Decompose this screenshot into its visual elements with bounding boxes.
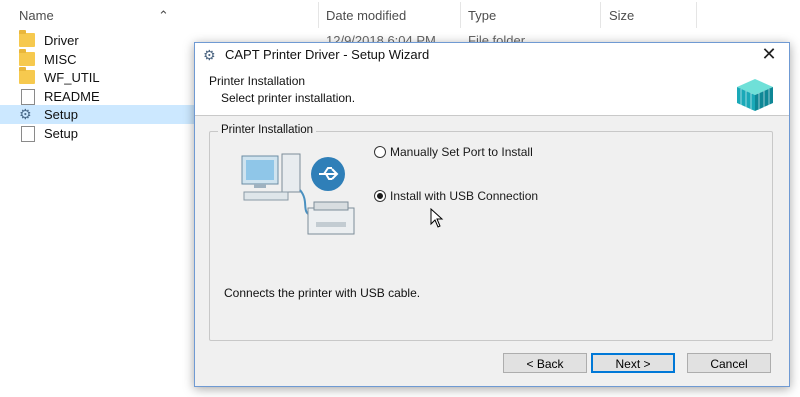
- radio-button-unchecked[interactable]: [374, 146, 386, 158]
- close-button[interactable]: ✕: [749, 43, 789, 67]
- radio-manual-port[interactable]: Manually Set Port to Install: [374, 144, 533, 160]
- column-divider[interactable]: [460, 2, 461, 28]
- folder-icon: [19, 67, 35, 84]
- setup-gear-icon: ⚙: [203, 47, 216, 63]
- file-name: Setup: [44, 107, 78, 122]
- radio-usb-connection[interactable]: Install with USB Connection: [374, 188, 538, 204]
- sort-ascending-icon: ⌃: [158, 8, 169, 23]
- file-row-wf-util[interactable]: WF_UTIL: [0, 67, 195, 87]
- file-row-misc[interactable]: MISC: [0, 49, 195, 69]
- file-name: WF_UTIL: [44, 70, 100, 85]
- header-subtitle: Select printer installation.: [221, 91, 356, 105]
- dialog-titlebar[interactable]: ⚙ CAPT Printer Driver - Setup Wizard ✕: [195, 43, 789, 67]
- radio-label[interactable]: Install with USB Connection: [390, 189, 538, 203]
- column-date-modified[interactable]: Date modified: [326, 8, 406, 23]
- radio-label[interactable]: Manually Set Port to Install: [390, 145, 533, 159]
- column-divider[interactable]: [600, 2, 601, 28]
- printer-installation-group: Printer Installation Manually Set Port t…: [209, 124, 773, 341]
- header-title: Printer Installation: [209, 74, 306, 88]
- column-header-bar: Name ⌃ Date modified Type Size: [0, 0, 800, 30]
- back-button[interactable]: < Back: [503, 353, 587, 373]
- file-row-readme[interactable]: README: [0, 87, 195, 106]
- setup-gear-icon: ⚙: [19, 106, 32, 122]
- file-name: Setup: [44, 126, 78, 141]
- wizard-header: Printer Installation Select printer inst…: [195, 67, 789, 116]
- next-button[interactable]: Next >: [591, 353, 675, 373]
- file-row-setup-exe[interactable]: ⚙ Setup: [0, 105, 195, 124]
- setup-wizard-dialog: ⚙ CAPT Printer Driver - Setup Wizard ✕ P…: [194, 42, 790, 387]
- column-name[interactable]: Name: [19, 8, 54, 23]
- file-name: MISC: [44, 52, 77, 67]
- column-type[interactable]: Type: [468, 8, 496, 23]
- mouse-pointer-icon: [430, 208, 444, 228]
- file-row-driver[interactable]: Driver: [0, 30, 195, 50]
- folder-icon: [19, 49, 35, 66]
- column-size[interactable]: Size: [609, 8, 634, 23]
- setup-logo-icon: [737, 79, 773, 111]
- document-icon: [21, 89, 35, 105]
- computer-usb-printer-icon: [241, 153, 355, 235]
- option-description: Connects the printer with USB cable.: [224, 286, 421, 300]
- radio-button-checked[interactable]: [374, 190, 386, 202]
- cancel-button[interactable]: Cancel: [687, 353, 771, 373]
- column-divider[interactable]: [696, 2, 697, 28]
- file-name: Driver: [44, 33, 79, 48]
- file-row-setup-inf[interactable]: Setup: [0, 124, 195, 143]
- folder-icon: [19, 30, 35, 47]
- dialog-title: CAPT Printer Driver - Setup Wizard: [225, 47, 430, 62]
- setup-info-icon: [21, 126, 35, 142]
- group-label: Printer Installation: [218, 124, 317, 136]
- file-name: README: [44, 89, 100, 104]
- column-divider[interactable]: [318, 2, 319, 28]
